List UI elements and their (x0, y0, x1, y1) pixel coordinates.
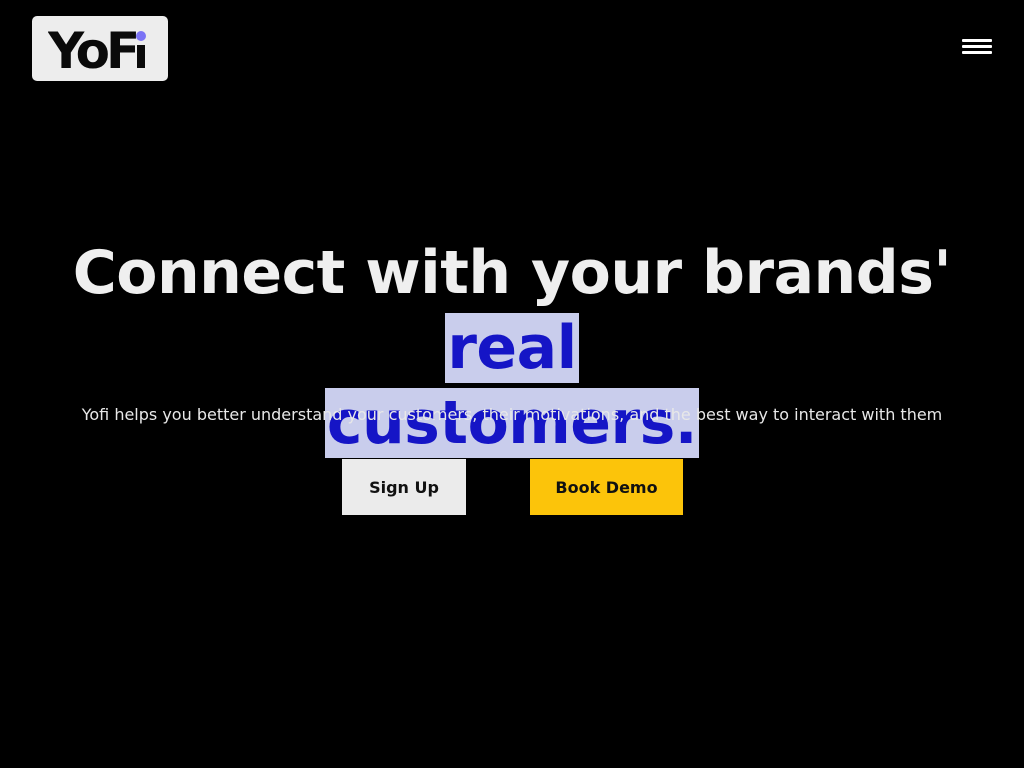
yofi-logo-mark: YoF (48, 23, 146, 75)
hero-subtitle: Yofi helps you better understand your cu… (81, 405, 943, 424)
sign-up-button[interactable]: Sign Up (342, 459, 466, 515)
menu-line (962, 39, 992, 42)
hero-title-highlight-real: real (445, 313, 579, 383)
menu-line (962, 45, 992, 48)
book-demo-button[interactable]: Book Demo (530, 459, 683, 515)
logo-wordmark: YoF (48, 23, 136, 75)
hero-title-plain: Connect with your brands' (72, 238, 952, 308)
menu-line (962, 51, 992, 54)
landing-page: YoF Connect with your brands' real custom… (0, 0, 1024, 768)
hero-title: Connect with your brands' real customers. (0, 236, 1024, 461)
logo-i-dot (136, 30, 146, 41)
hamburger-menu-icon[interactable] (960, 38, 994, 56)
logo-i-stem (137, 44, 145, 68)
yofi-logo[interactable]: YoF (32, 16, 168, 81)
